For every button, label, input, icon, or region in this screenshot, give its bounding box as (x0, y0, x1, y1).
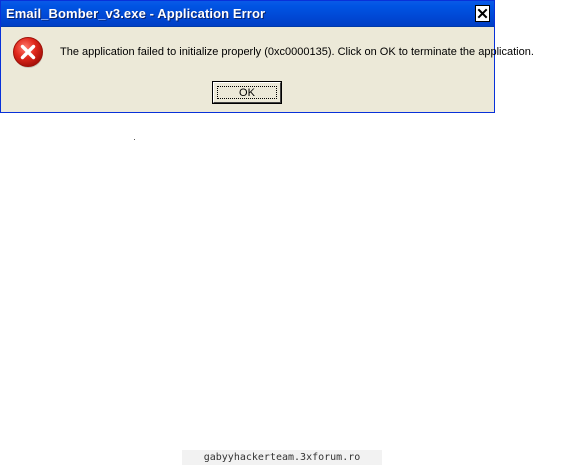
close-button[interactable] (475, 5, 490, 22)
title-bar[interactable]: Email_Bomber_v3.exe - Application Error (1, 1, 494, 27)
error-icon (13, 37, 43, 68)
ok-button-label: OK (239, 86, 255, 99)
watermark: gabyyhackerteam.3xforum.ro (182, 450, 382, 465)
close-icon (477, 8, 488, 19)
stray-pixel (134, 139, 135, 140)
ok-button[interactable]: OK (212, 81, 282, 104)
error-message: The application failed to initialize pro… (60, 46, 534, 58)
error-dialog: Email_Bomber_v3.exe - Application Error … (0, 0, 534, 113)
window-title: Email_Bomber_v3.exe - Application Error (6, 6, 266, 21)
